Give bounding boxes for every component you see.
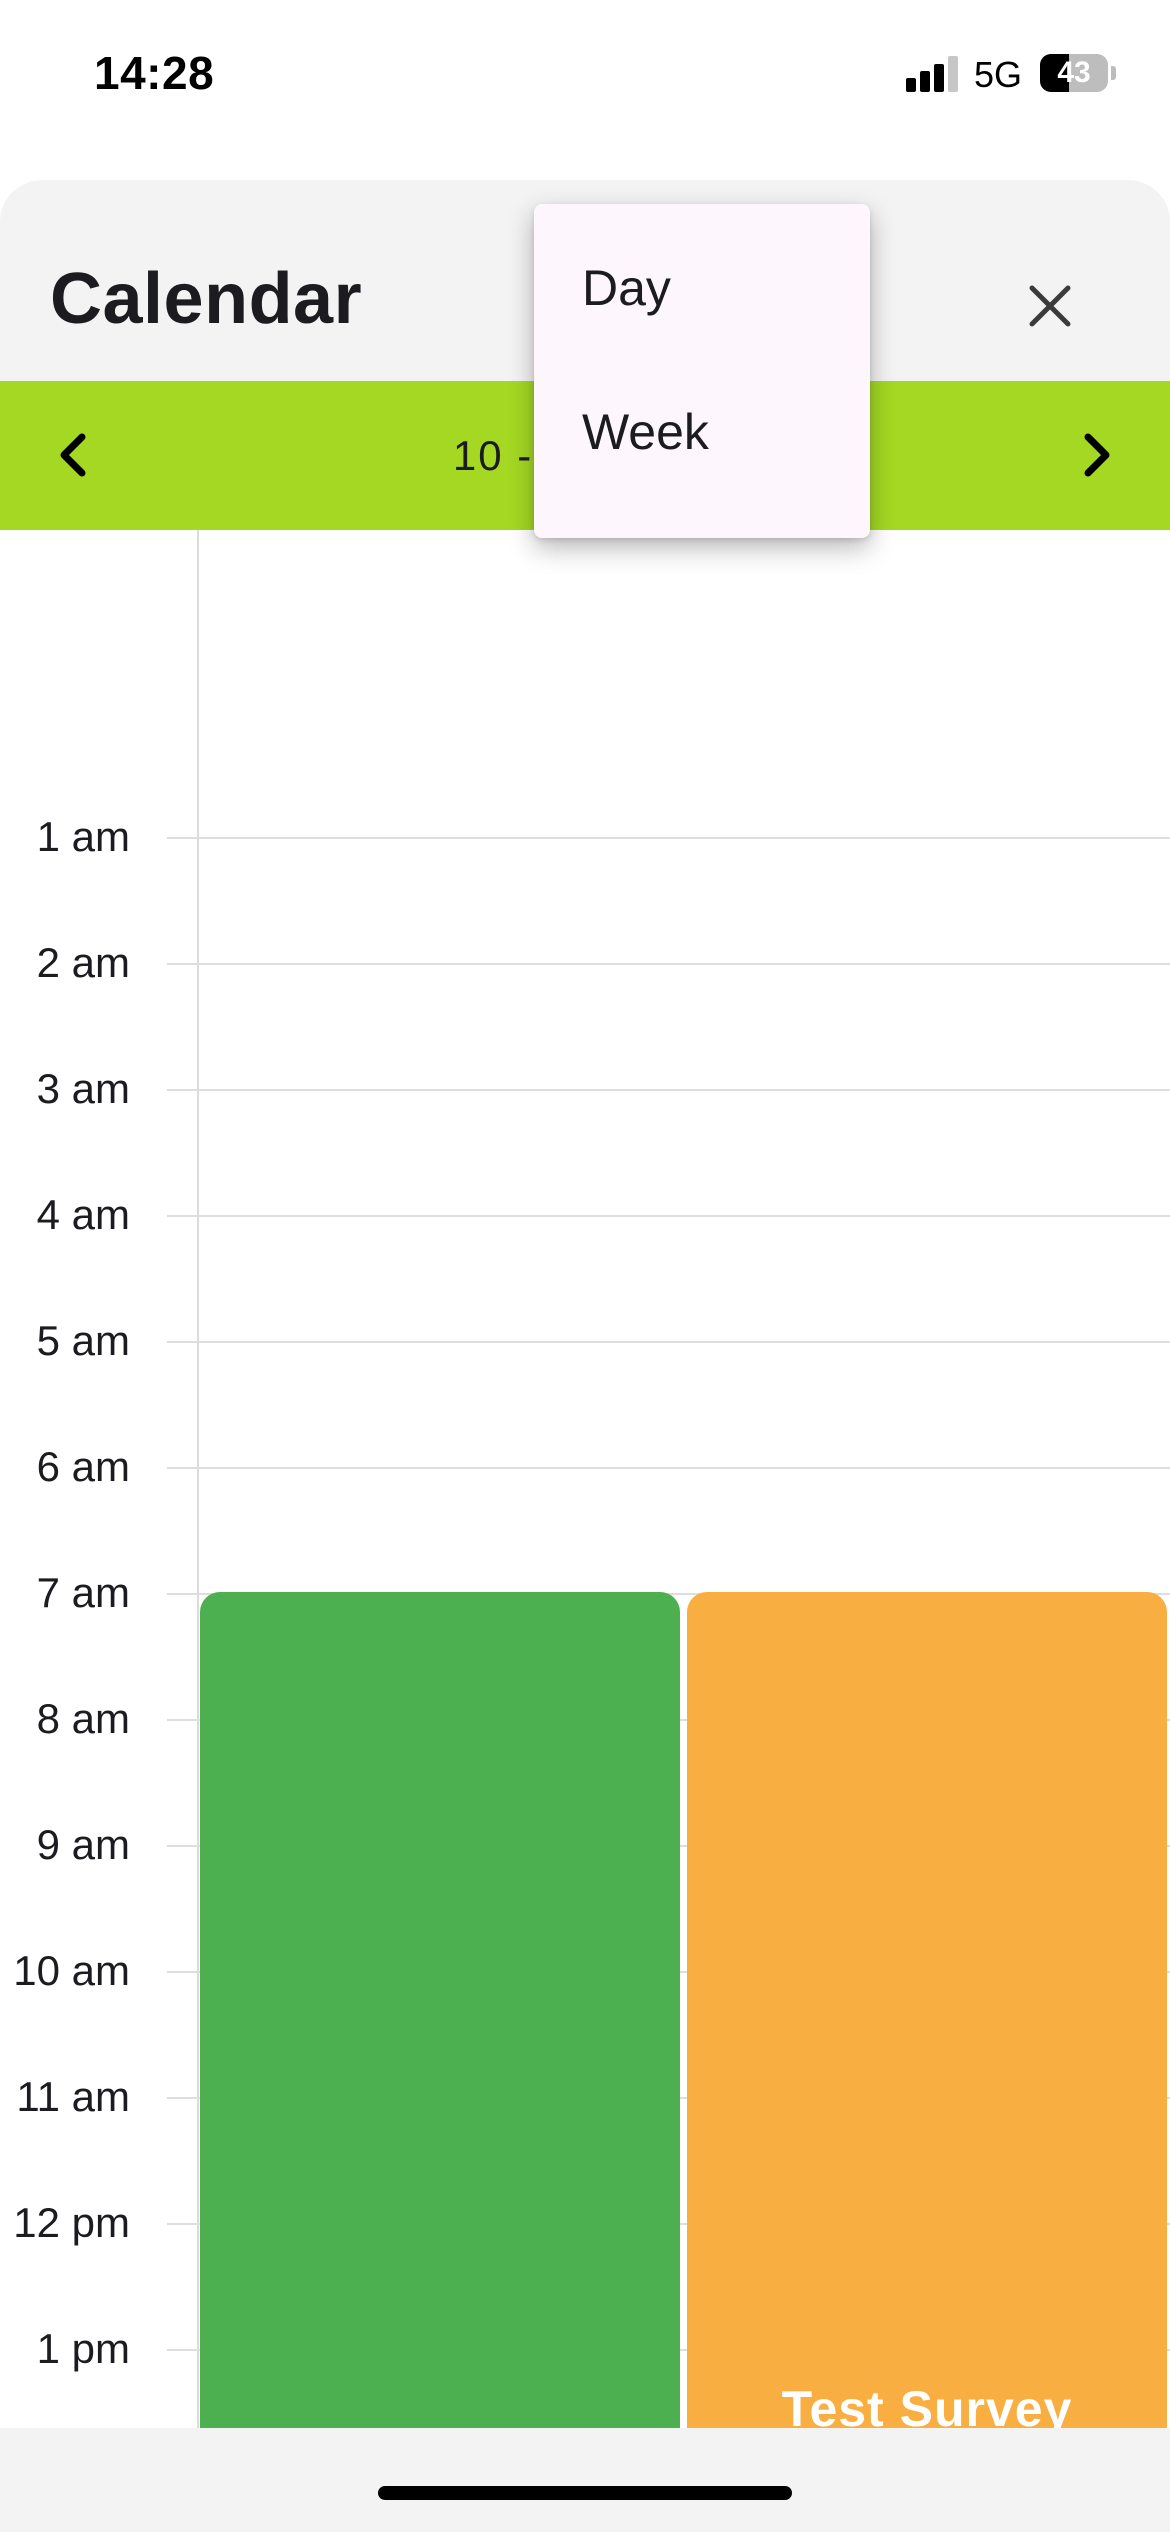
status-bar: 14:28 5G 43 xyxy=(0,0,1170,150)
hour-gridline xyxy=(167,1215,1170,1217)
battery-icon: 43 xyxy=(1040,54,1108,92)
hour-label: 6 am xyxy=(36,1443,130,1490)
hour-label: 5 am xyxy=(36,1317,130,1364)
close-icon xyxy=(1029,285,1071,327)
next-day-button[interactable] xyxy=(1058,417,1134,493)
hour-label: 12 pm xyxy=(13,2199,130,2246)
home-indicator[interactable] xyxy=(378,2486,792,2500)
timeline-divider xyxy=(197,530,199,2430)
hour-label: 1 am xyxy=(36,813,130,860)
previous-day-button[interactable] xyxy=(36,417,112,493)
hour-label: 3 am xyxy=(36,1065,130,1112)
battery-tip xyxy=(1111,66,1116,80)
hour-gridline xyxy=(167,1089,1170,1091)
battery-percent: 43 xyxy=(1057,56,1091,89)
view-mode-menu: Day Week xyxy=(534,204,870,538)
status-time: 14:28 xyxy=(94,47,215,99)
chevron-left-icon xyxy=(60,433,86,477)
hour-gridline xyxy=(167,963,1170,965)
calendar-event[interactable] xyxy=(200,1592,680,2492)
network-type: 5G xyxy=(974,54,1023,95)
hour-label: 11 am xyxy=(16,2073,130,2120)
hour-gridline xyxy=(167,837,1170,839)
hour-label: 10 am xyxy=(13,1947,130,1994)
hour-label: 1 pm xyxy=(36,2325,130,2372)
hour-gridline xyxy=(167,1467,1170,1469)
home-indicator-area xyxy=(0,2428,1170,2532)
cellular-signal-icon xyxy=(906,56,960,92)
hour-label: 8 am xyxy=(36,1695,130,1742)
menu-item-week[interactable]: Week xyxy=(534,362,870,502)
chevron-right-icon xyxy=(1084,433,1110,477)
screen: 14:28 5G 43 Calendar 10 - 1 - 2025 xyxy=(0,0,1170,2532)
page-title: Calendar xyxy=(50,259,363,339)
hour-gridline xyxy=(167,1341,1170,1343)
menu-item-day[interactable]: Day xyxy=(534,218,870,358)
hour-label: 4 am xyxy=(36,1191,130,1238)
calendar-event[interactable]: Test Survey xyxy=(687,1592,1167,2492)
hour-label: 9 am xyxy=(36,1821,130,1868)
hour-label: 7 am xyxy=(36,1569,130,1616)
hour-label: 2 am xyxy=(36,939,130,986)
close-button[interactable] xyxy=(1012,268,1088,344)
